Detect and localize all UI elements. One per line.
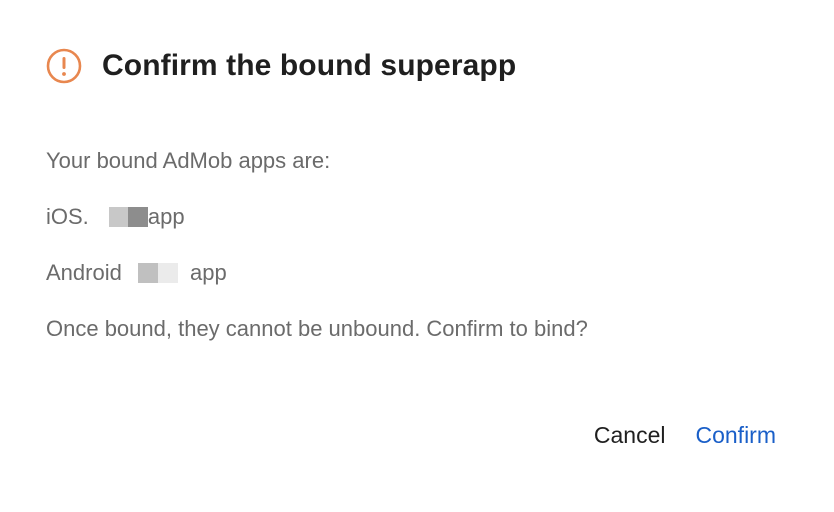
- ios-label: iOS.: [46, 204, 89, 229]
- intro-text: Your bound AdMob apps are:: [46, 148, 331, 173]
- ios-app-line: iOS. app: [46, 204, 185, 230]
- android-app-suffix: app: [189, 260, 227, 285]
- dialog-actions: Cancel Confirm: [594, 422, 776, 449]
- warning-icon: [46, 48, 82, 84]
- confirm-dialog: Confirm the bound superapp Your bound Ad…: [0, 0, 834, 512]
- dialog-title: Confirm the bound superapp: [102, 49, 517, 82]
- ios-app-suffix: app: [147, 204, 185, 229]
- cancel-button[interactable]: Cancel: [594, 422, 666, 449]
- android-app-line: Android app: [46, 260, 227, 286]
- confirm-button[interactable]: Confirm: [695, 422, 776, 449]
- redacted-android-app-name: [137, 263, 178, 283]
- redacted-ios-app-name: [108, 207, 148, 227]
- warning-text: Once bound, they cannot be unbound. Conf…: [46, 316, 588, 341]
- android-label: Android: [46, 260, 122, 285]
- dialog-header: Confirm the bound superapp: [46, 48, 516, 84]
